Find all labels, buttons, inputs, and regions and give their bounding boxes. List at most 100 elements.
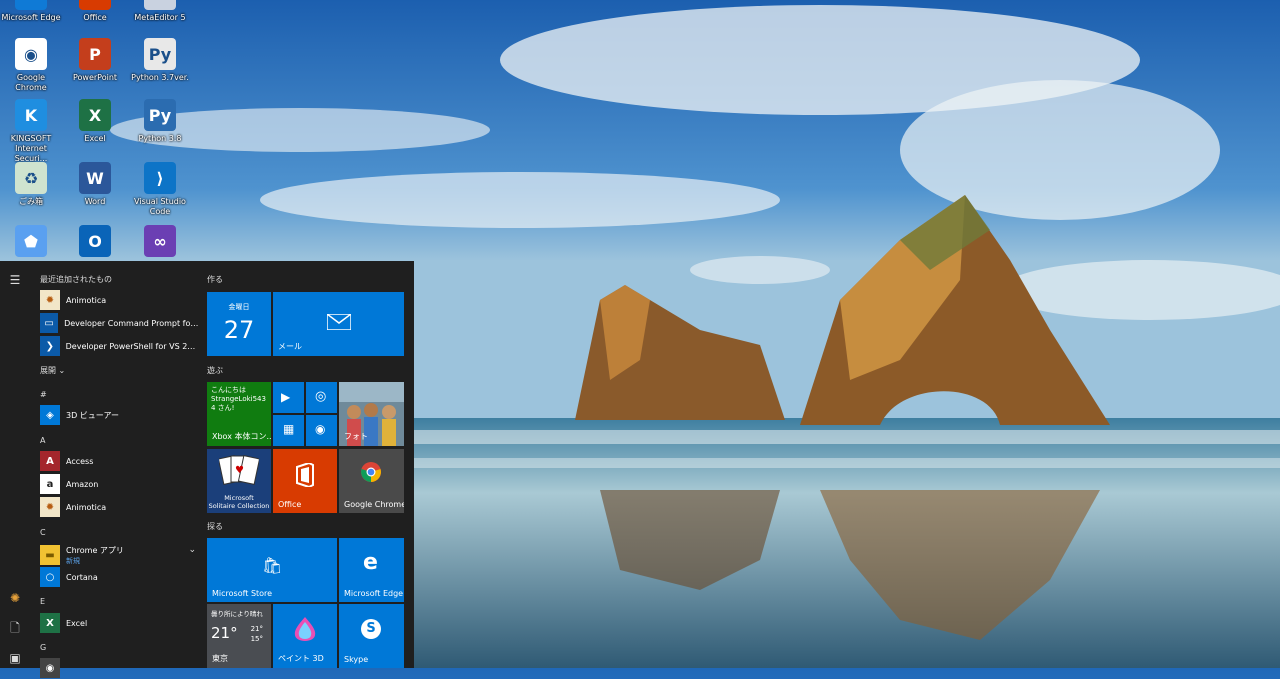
playing-cards-icon: ♥	[219, 455, 259, 485]
office-label: Office	[278, 500, 302, 509]
edge-icon: e	[15, 0, 47, 10]
app-item-access[interactable]: A Access	[40, 450, 200, 472]
calendar-date: 27	[223, 316, 255, 344]
start-menu-rail: ☰ ✺ 🗋 ▣	[0, 261, 30, 668]
3d-viewer-icon: ◈	[40, 405, 60, 425]
app-item-3d-viewer[interactable]: ◈ 3D ビューアー	[40, 404, 200, 426]
chevron-down-icon: ⌄	[58, 366, 66, 375]
skype-tile[interactable]: S Skype	[339, 604, 404, 668]
office-icon: O	[79, 0, 111, 10]
chrome-label: Google Chrome	[344, 500, 404, 509]
xbox-greeting: こんにちは	[211, 386, 246, 394]
weather-low: 15°	[250, 635, 263, 643]
desktop-shortcut[interactable]: ◉ Google Chrome	[0, 38, 62, 93]
access-icon: A	[40, 451, 60, 471]
music-disc-icon: ◎	[315, 389, 327, 404]
skype-label: Skype	[344, 655, 369, 664]
user-avatar-icon[interactable]: ✺	[8, 591, 22, 605]
excel-icon: X	[40, 613, 60, 633]
weather-high: 21°	[250, 625, 263, 633]
groove-music-tile[interactable]: ◎	[306, 382, 337, 413]
desktop-shortcut-label: KINGSOFT Internet Securi...	[10, 134, 52, 163]
desktop-shortcut[interactable]: Py Python 3.8	[129, 99, 191, 144]
expand-toggle[interactable]: 展開 ⌄	[40, 365, 65, 376]
app-item-chrome-apps[interactable]: ▬ Chrome アプリ 新規 ⌄	[40, 542, 200, 568]
desktop-shortcut[interactable]: O	[64, 225, 126, 260]
skype-icon: S	[361, 619, 381, 639]
python-file-icon: Py	[144, 38, 176, 70]
paint-drop-icon	[294, 617, 316, 641]
desktop-shortcut[interactable]: ∞	[129, 225, 191, 260]
new-badge: 新規	[66, 556, 80, 565]
app-item-cortana[interactable]: ○ Cortana	[40, 566, 200, 588]
group-header-create: 作る	[207, 275, 223, 284]
calendar-day: 金曜日	[228, 303, 250, 311]
edge-tile[interactable]: e Microsoft Edge	[339, 538, 404, 602]
app-label: Amazon	[66, 479, 99, 489]
app-label: Chrome アプリ	[66, 545, 124, 555]
animotica-icon: ✹	[40, 497, 60, 517]
desktop-shortcut[interactable]: X Excel	[64, 99, 126, 144]
app-item-google-chrome[interactable]: ◉	[40, 657, 200, 679]
app-item-animotica[interactable]: ✹ Animotica	[40, 496, 200, 518]
weather-city: 東京	[212, 654, 228, 663]
section-letter-c[interactable]: C	[40, 528, 46, 537]
pictures-icon[interactable]: ▣	[8, 651, 22, 665]
weather-tile[interactable]: 曇り所により晴れ 21° 21° 15° 東京	[207, 604, 271, 668]
section-letter-hash[interactable]: #	[40, 390, 47, 399]
office-tile[interactable]: Office	[273, 449, 337, 513]
store-tile[interactable]: 🛍 Microsoft Store	[207, 538, 337, 602]
hamburger-menu-icon[interactable]: ☰	[8, 273, 22, 287]
section-letter-g[interactable]: G	[40, 643, 46, 652]
desktop-shortcut-label: MetaEditor 5	[134, 13, 186, 22]
movies-tv-tile[interactable]: ▶	[273, 382, 304, 413]
section-letter-a[interactable]: A	[40, 436, 45, 445]
app-item-amazon[interactable]: a Amazon	[40, 473, 200, 495]
calendar-tile[interactable]: 金曜日 27	[207, 292, 271, 356]
chrome-icon	[361, 462, 381, 482]
powershell-icon: ❯	[40, 336, 60, 356]
documents-icon[interactable]: 🗋	[8, 621, 22, 635]
mail-icon	[327, 314, 351, 330]
group-header-play: 遊ぶ	[207, 366, 223, 375]
desktop-shortcut-label: Office	[83, 13, 107, 22]
desktop-shortcut[interactable]: M MetaEditor 5	[129, 0, 191, 23]
recycle-bin-icon: ♻	[15, 162, 47, 194]
desktop-shortcut[interactable]: K KINGSOFT Internet Securi...	[0, 99, 62, 164]
xbox-gamertag: StrangeLoki543	[211, 395, 266, 403]
app-label: Animotica	[66, 295, 107, 305]
app-item-excel[interactable]: X Excel	[40, 612, 200, 634]
folder-icon: ▬	[40, 545, 60, 565]
mail-tile[interactable]: メール	[273, 292, 404, 356]
chevron-down-icon[interactable]: ⌄	[188, 545, 196, 555]
section-letter-e[interactable]: E	[40, 597, 45, 606]
desktop-shortcut[interactable]: ♻ ごみ箱	[0, 162, 62, 207]
powerpoint-icon: P	[79, 38, 111, 70]
desktop-shortcut[interactable]: ⟩ Visual Studio Code	[129, 162, 191, 217]
start-menu: ☰ ✺ 🗋 ▣ 最近追加されたもの ✹ Animotica ▭ Develope…	[0, 261, 414, 678]
visual-studio-icon: ∞	[144, 225, 176, 257]
paint3d-tile[interactable]: ペイント 3D	[273, 604, 337, 668]
mail-label: メール	[278, 342, 302, 351]
solitaire-tile[interactable]: ♥ Microsoft Solitaire Collection	[207, 449, 271, 513]
desktop-shortcut[interactable]: e Microsoft Edge	[0, 0, 62, 23]
xbox-tile[interactable]: こんにちは StrangeLoki543 4 さん! Xbox 本体コン...	[207, 382, 271, 446]
svg-text:♥: ♥	[235, 465, 244, 476]
app-item-dev-powershell[interactable]: ❯ Developer PowerShell for VS 2019	[40, 335, 200, 357]
app-label: Excel	[66, 618, 88, 628]
calculator-tile[interactable]: ▦	[273, 415, 304, 446]
desktop-shortcut[interactable]: P PowerPoint	[64, 38, 126, 83]
group-header-explore: 探る	[207, 522, 223, 531]
desktop-shortcut[interactable]: ⬟	[0, 225, 62, 260]
app-item-dev-cmd[interactable]: ▭ Developer Command Prompt for VS...	[40, 312, 200, 334]
xbox-greeting-suffix: 4 さん!	[211, 404, 235, 412]
app-label: Cortana	[66, 572, 98, 582]
desktop-shortcut[interactable]: O Office	[64, 0, 126, 23]
camera-tile[interactable]: ◉	[306, 415, 337, 446]
chrome-tile[interactable]: Google Chrome	[339, 449, 404, 513]
photos-tile[interactable]: フォト	[339, 382, 404, 446]
desktop-shortcut[interactable]: Py Python 3.7ver.	[129, 38, 191, 83]
recent-header: 最近追加されたもの	[40, 275, 112, 284]
desktop-shortcut[interactable]: W Word	[64, 162, 126, 207]
app-item-animotica-recent[interactable]: ✹ Animotica	[40, 289, 200, 311]
